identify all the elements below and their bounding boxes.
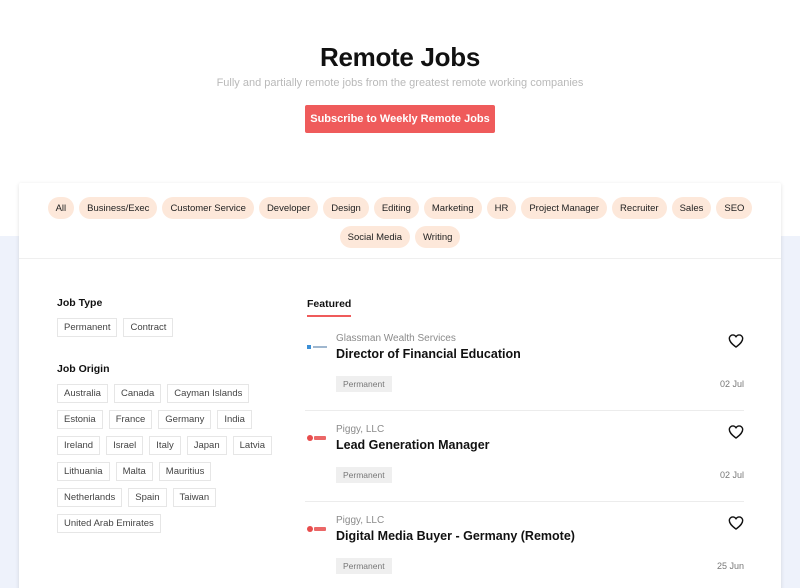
category-writing[interactable]: Writing	[415, 226, 461, 248]
jobs-card: All Business/Exec Customer Service Develope…	[19, 183, 781, 588]
category-filter-bar: All Business/Exec Customer Service Develope…	[19, 197, 781, 248]
category-all[interactable]: All	[47, 197, 75, 219]
job-listing: Glassman Wealth Services Director of Fina…	[305, 321, 744, 411]
job-origin-option-italy[interactable]: Italy	[149, 436, 181, 455]
posted-date: 25 Jun	[716, 561, 744, 571]
heart-icon[interactable]	[728, 425, 744, 439]
job-origin-option-netherlands[interactable]: Netherlands	[57, 488, 123, 507]
job-type-badge: Permanent	[336, 558, 392, 574]
heart-icon[interactable]	[728, 334, 744, 348]
category-marketing[interactable]: Marketing	[423, 197, 482, 219]
job-origin-option-spain[interactable]: Spain	[128, 488, 167, 507]
tab-featured[interactable]: Featured	[307, 298, 352, 317]
job-origin-option-lithuania[interactable]: Lithuania	[57, 462, 110, 481]
job-listing: Piggy, LLC Lead Generation Manager Permane…	[305, 412, 744, 502]
page-title: Remote Jobs	[320, 42, 480, 72]
job-listing: Piggy, LLC Digital Media Buyer - Germany …	[305, 503, 744, 588]
job-origin-option-france[interactable]: France	[108, 410, 153, 429]
job-origin-option-mauritius[interactable]: Mauritius	[158, 462, 212, 481]
job-origin-option-israel[interactable]: Israel	[106, 436, 144, 455]
job-origin-heading: Job Origin	[57, 363, 110, 375]
category-project-manager[interactable]: Project Manager	[521, 197, 608, 219]
glassman-logo	[307, 340, 329, 354]
posted-date: 02 Jul	[719, 379, 744, 389]
posted-date: 02 Jul	[719, 470, 744, 480]
job-type-badge: Permanent	[336, 467, 392, 483]
job-type-filter: Job Type Permanent Contract	[57, 297, 277, 337]
job-origin-option-united-arab-emirates[interactable]: United Arab Emirates	[57, 514, 161, 533]
category-hr[interactable]: HR	[486, 197, 517, 219]
job-type-badge: Permanent	[336, 376, 392, 392]
job-type-option-permanent[interactable]: Permanent	[57, 318, 118, 337]
category-design[interactable]: Design	[323, 197, 369, 219]
category-developer[interactable]: Developer	[258, 197, 319, 219]
job-title[interactable]: Lead Generation Manager	[336, 438, 490, 452]
job-origin-option-ireland[interactable]: Ireland	[57, 436, 101, 455]
job-type-option-contract[interactable]: Contract	[123, 318, 174, 337]
category-seo[interactable]: SEO	[716, 197, 753, 219]
job-origin-option-estonia[interactable]: Estonia	[57, 410, 103, 429]
job-origin-option-germany[interactable]: Germany	[158, 410, 212, 429]
job-origin-option-australia[interactable]: Australia	[57, 384, 108, 403]
job-title[interactable]: Director of Financial Education	[336, 347, 521, 361]
subscribe-button[interactable]: Subscribe to Weekly Remote Jobs	[305, 105, 495, 133]
job-origin-option-taiwan[interactable]: Taiwan	[172, 488, 217, 507]
page-subtitle: Fully and partially remote jobs from the…	[216, 77, 584, 89]
filters-sidebar: Job Type Permanent Contract Job Origin Au…	[57, 297, 277, 533]
job-origin-option-malta[interactable]: Malta	[115, 462, 153, 481]
job-origin-filter: Job Origin Australia Canada Cayman Islands…	[57, 363, 277, 533]
job-type-options: Permanent Contract	[57, 318, 277, 337]
job-title[interactable]: Digital Media Buyer - Germany (Remote)	[336, 529, 575, 543]
piggy-logo	[307, 522, 329, 536]
category-recruiter[interactable]: Recruiter	[612, 197, 667, 219]
category-customer-service[interactable]: Customer Service	[162, 197, 254, 219]
divider	[19, 258, 781, 259]
category-business-exec[interactable]: Business/Exec	[79, 197, 158, 219]
category-editing[interactable]: Editing	[373, 197, 419, 219]
job-origin-option-japan[interactable]: Japan	[186, 436, 227, 455]
job-origin-option-canada[interactable]: Canada	[113, 384, 162, 403]
job-type-heading: Job Type	[57, 297, 103, 309]
category-social-media[interactable]: Social Media	[339, 226, 410, 248]
hero-section: Remote Jobs Fully and partially remote j…	[0, 0, 800, 180]
category-sales[interactable]: Sales	[671, 197, 712, 219]
piggy-logo	[307, 431, 329, 445]
company-name: Glassman Wealth Services	[336, 333, 456, 344]
job-origin-option-india[interactable]: India	[217, 410, 252, 429]
company-name: Piggy, LLC	[336, 515, 385, 526]
job-origin-options: Australia Canada Cayman Islands Estonia Fran…	[57, 384, 277, 533]
job-origin-option-latvia[interactable]: Latvia	[232, 436, 272, 455]
job-origin-option-cayman-islands[interactable]: Cayman Islands	[167, 384, 250, 403]
heart-icon[interactable]	[728, 516, 744, 530]
company-name: Piggy, LLC	[336, 424, 385, 435]
